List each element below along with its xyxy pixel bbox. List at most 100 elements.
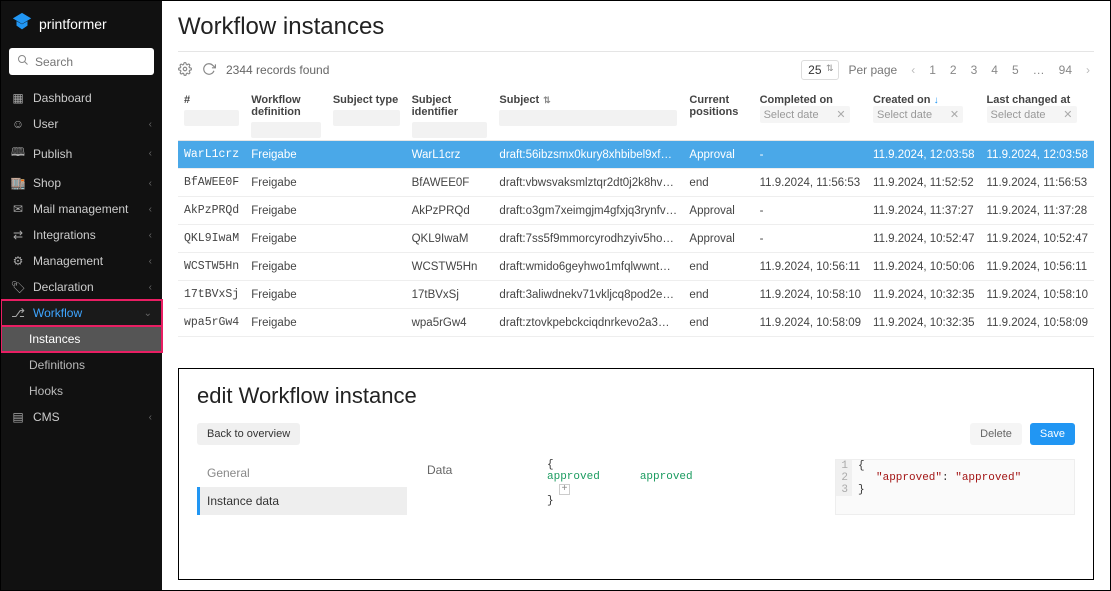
col-header-subject-type[interactable]: Subject type (327, 88, 406, 141)
clear-icon[interactable]: ✕ (836, 108, 845, 121)
table-cell (327, 197, 406, 225)
date-filter[interactable]: Select date✕ (873, 106, 963, 123)
cms-icon: ▤ (11, 410, 25, 424)
refresh-icon[interactable] (202, 62, 216, 79)
sidebar-search[interactable] (9, 48, 154, 75)
table-row[interactable]: 17tBVxSjFreigabe17tBVxSjdraft:3aliwdnekv… (178, 281, 1094, 309)
page-numbers: 1 2 3 4 5 … 94 (929, 63, 1072, 77)
table-row[interactable]: WarL1crzFreigabeWarL1crzdraft:56ibzsmx0k… (178, 141, 1094, 169)
table-cell: BfAWEE0F (178, 169, 245, 197)
per-page-select[interactable]: 25 (801, 60, 838, 80)
col-header-subject-identifier[interactable]: Subject identifier (406, 88, 494, 141)
chevron-left-icon: ‹ (149, 178, 152, 189)
json-raw-view: 1{ 2"approved": "approved" 3} (835, 459, 1075, 515)
table-row[interactable]: WCSTW5HnFreigabeWCSTW5Hndraft:wmido6geyh… (178, 253, 1094, 281)
table-row[interactable]: AkPzPRQdFreigabeAkPzPRQddraft:o3gm7xeimg… (178, 197, 1094, 225)
table-row[interactable]: wpa5rGw4Freigabewpa5rGw4draft:ztovkpebck… (178, 309, 1094, 337)
sidebar-item-shop[interactable]: 🏬Shop‹ (1, 170, 162, 196)
col-header-completed[interactable]: Completed onSelect date✕ (754, 88, 867, 141)
table-cell: 11.9.2024, 12:03:58 (981, 141, 1095, 169)
table-cell: 11.9.2024, 11:56:53 (754, 169, 867, 197)
sidebar-subitem-instances[interactable]: Instances (1, 326, 162, 352)
table-cell: 11.9.2024, 10:50:06 (867, 253, 980, 281)
sidebar-subitem-hooks[interactable]: Hooks (1, 378, 162, 404)
table-cell: Freigabe (245, 141, 327, 169)
tab-instance-data[interactable]: Instance data (197, 487, 407, 515)
table-cell: draft:3aliwdnekv71vkljcq8pod2e9mptytrq (493, 281, 683, 309)
sidebar-subitem-definitions[interactable]: Definitions (1, 352, 162, 378)
save-button[interactable]: Save (1030, 423, 1075, 445)
table-cell: - (754, 141, 867, 169)
col-header-workflow-def[interactable]: Workflow definition (245, 88, 327, 141)
table-cell: end (683, 169, 753, 197)
search-icon (17, 54, 29, 69)
table-cell (327, 169, 406, 197)
chevron-down-icon: ⌄ (144, 308, 152, 319)
sidebar-item-mail[interactable]: ✉Mail management‹ (1, 196, 162, 222)
dashboard-icon: ▦ (11, 91, 25, 105)
filter-input[interactable] (412, 122, 488, 138)
col-header-changed[interactable]: Last changed atSelect date✕ (981, 88, 1095, 141)
page-prev[interactable]: ‹ (907, 63, 919, 77)
page-link[interactable]: 94 (1059, 63, 1072, 77)
table-cell (327, 225, 406, 253)
table-row[interactable]: QKL9IwaMFreigabeQKL9IwaMdraft:7ss5f9mmor… (178, 225, 1094, 253)
table-row[interactable]: BfAWEE0FFreigabeBfAWEE0Fdraft:vbwsvaksml… (178, 169, 1094, 197)
detail-title: edit Workflow instance (197, 383, 1075, 409)
page-ellipsis: … (1033, 63, 1045, 77)
table-cell: draft:56ibzsmx0kury8xhbibel9xfsbizl5q8 (493, 141, 683, 169)
json-tree-editor[interactable]: { approvedapproved + } (547, 459, 815, 515)
filter-input[interactable] (333, 110, 400, 126)
page-link[interactable]: 3 (971, 63, 978, 77)
management-icon: ⚙ (11, 254, 25, 268)
sidebar-item-management[interactable]: ⚙Management‹ (1, 248, 162, 274)
col-header-id[interactable]: # (178, 88, 245, 141)
sidebar-item-workflow[interactable]: ⎇Workflow⌄ (1, 300, 162, 326)
sidebar-item-dashboard[interactable]: ▦Dashboard (1, 85, 162, 111)
page-link[interactable]: 2 (950, 63, 957, 77)
delete-button[interactable]: Delete (970, 423, 1022, 445)
back-button[interactable]: Back to overview (197, 423, 300, 445)
table-cell: end (683, 253, 753, 281)
col-header-positions[interactable]: Current positions (683, 88, 753, 141)
table-cell (327, 253, 406, 281)
settings-icon[interactable] (178, 62, 192, 79)
clear-icon[interactable]: ✕ (1063, 108, 1072, 121)
table-cell: draft:7ss5f9mmorcyrodhzyiv5hok7fryl0eo (493, 225, 683, 253)
date-filter[interactable]: Select date✕ (987, 106, 1077, 123)
clear-icon[interactable]: ✕ (950, 108, 959, 121)
sidebar-item-declaration[interactable]: 🏷Declaration‹ (1, 274, 162, 300)
table-cell: 11.9.2024, 10:56:11 (754, 253, 867, 281)
table-cell: wpa5rGw4 (406, 309, 494, 337)
filter-input[interactable] (499, 110, 677, 126)
page-link[interactable]: 4 (991, 63, 998, 77)
page-link[interactable]: 1 (929, 63, 936, 77)
sidebar-item-integrations[interactable]: ⇄Integrations‹ (1, 222, 162, 248)
tab-general[interactable]: General (197, 459, 407, 487)
col-header-created[interactable]: Created on ↓Select date✕ (867, 88, 980, 141)
table-cell: 11.9.2024, 10:56:11 (981, 253, 1095, 281)
sidebar-item-cms[interactable]: ▤CMS‹ (1, 404, 162, 430)
sidebar-item-publish[interactable]: 🕮Publish‹ (1, 137, 162, 170)
table-cell: 11.9.2024, 12:03:58 (867, 141, 980, 169)
add-property-icon[interactable]: + (559, 484, 570, 495)
table-cell: QKL9IwaM (406, 225, 494, 253)
table-cell: 17tBVxSj (406, 281, 494, 309)
shop-icon: 🏬 (11, 176, 25, 190)
table-cell: QKL9IwaM (178, 225, 245, 253)
table-cell: Freigabe (245, 197, 327, 225)
page-next[interactable]: › (1082, 63, 1094, 77)
date-filter[interactable]: Select date✕ (760, 106, 850, 123)
table-cell: 11.9.2024, 11:56:53 (981, 169, 1095, 197)
table-cell: 11.9.2024, 10:58:10 (754, 281, 867, 309)
sort-icon[interactable]: ⇅ (543, 95, 551, 105)
page-link[interactable]: 5 (1012, 63, 1019, 77)
instances-table: # Workflow definition Subject type Subje… (178, 88, 1094, 337)
sidebar-item-user[interactable]: ☺User‹ (1, 111, 162, 137)
declaration-icon: 🏷 (11, 280, 25, 294)
table-cell: WCSTW5Hn (178, 253, 245, 281)
table-cell: 11.9.2024, 11:52:52 (867, 169, 980, 197)
filter-input[interactable] (184, 110, 239, 126)
col-header-subject[interactable]: Subject⇅ (493, 88, 683, 141)
filter-input[interactable] (251, 122, 321, 138)
